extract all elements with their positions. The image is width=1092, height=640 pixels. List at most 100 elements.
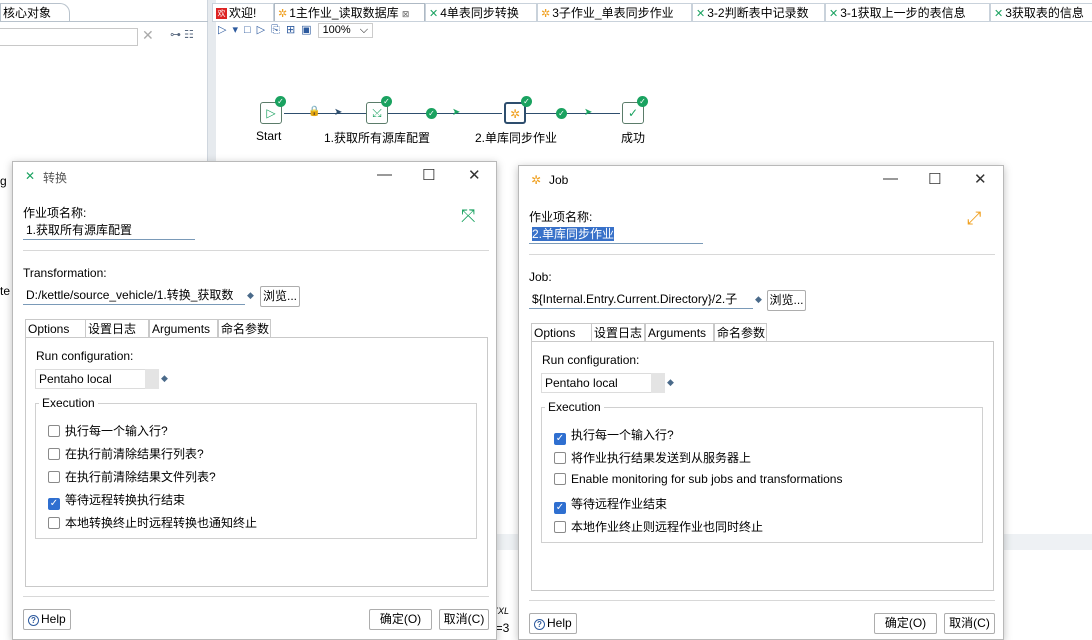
core-objects-search-input[interactable] <box>0 28 138 46</box>
cancel-button[interactable]: 取消(C) <box>944 613 995 634</box>
close-tab-icon[interactable]: ⊠ <box>402 9 410 19</box>
tab-main-job[interactable]: ✲ 1主作业_读取数据库 ⊠ <box>274 3 425 22</box>
tab-options[interactable]: Options <box>531 323 591 342</box>
tab-log-settings[interactable]: 设置日志 <box>591 323 645 342</box>
execution-label: Execution <box>39 396 98 410</box>
checkbox-stop-remote-job[interactable]: 本地作业终止则远程作业也同时终止 <box>554 518 763 535</box>
hop-arrow-icon: ➤ <box>584 107 593 118</box>
job-icon: ✲ <box>531 173 542 187</box>
checkbox-exec-each-row[interactable]: 执行每一个输入行? <box>48 422 168 439</box>
tree-toggle-icons[interactable]: ⊶ ☷ <box>170 28 194 41</box>
close-icon[interactable]: ✕ <box>468 166 481 184</box>
variable-icon: ◆ <box>667 377 674 387</box>
run-config-dropdown[interactable] <box>651 373 665 393</box>
maximize-icon[interactable]: ☐ <box>422 166 435 184</box>
help-button[interactable]: ? Help <box>23 609 71 630</box>
checkbox-send-to-slave[interactable]: 将作业执行结果发送到从服务器上 <box>554 449 751 466</box>
tab-sub-job[interactable]: ✲ 3子作业_单表同步作业 <box>537 3 692 22</box>
tab-log-settings[interactable]: 设置日志 <box>85 319 149 338</box>
checkbox-checked-icon[interactable]: ✓ <box>48 498 60 510</box>
checkbox-box[interactable] <box>48 471 60 483</box>
checkbox-box[interactable] <box>554 473 566 485</box>
tab-named-params[interactable]: 命名参数 <box>218 319 271 338</box>
replay-icon[interactable]: ⎘ <box>271 24 280 36</box>
tab-get-table-info[interactable]: ✕ 3获取表的信息 <box>990 3 1092 22</box>
browse-label: 浏览... <box>262 289 297 303</box>
tab-record-count[interactable]: ✕ 3-2判断表中记录数 <box>692 3 825 22</box>
job-path-input[interactable]: ${Internal.Entry.Current.Directory}/2.子 <box>529 290 753 309</box>
transformation-path-input[interactable]: D:/kettle/source_vehicle/1.转换_获取数 <box>23 286 245 305</box>
browse-button[interactable]: 浏览... <box>260 286 300 307</box>
success-icon: ✓ <box>627 106 639 120</box>
checkbox-checked-icon[interactable]: ✓ <box>554 502 566 514</box>
checkbox-exec-each-row[interactable]: ✓ 执行每一个输入行? <box>554 426 674 445</box>
entry-name-input[interactable]: 1.获取所有源库配置 <box>23 221 195 240</box>
hop-1-to-2[interactable] <box>388 113 502 114</box>
variable-icon: ◆ <box>755 294 762 304</box>
ok-button[interactable]: 确定(O) <box>874 613 937 634</box>
impact-icon[interactable]: ▣ <box>301 24 311 36</box>
stop-icon[interactable]: □ <box>244 24 251 36</box>
maximize-icon[interactable]: ☐ <box>928 170 941 188</box>
options-panel: Run configuration: Pentaho local ◆ Execu… <box>531 341 994 591</box>
tab-options[interactable]: Options <box>25 319 85 338</box>
tab-welcome[interactable]: 欢欢迎! <box>212 3 274 22</box>
checkbox-notify-remote-stop[interactable]: 本地转换终止时远程转换也通知终止 <box>48 514 257 531</box>
cancel-label: 取消(C) <box>443 612 485 626</box>
checkbox-box[interactable] <box>554 521 566 533</box>
checkbox-label: 在执行前清除结果行列表? <box>65 447 204 461</box>
checkbox-box[interactable] <box>554 452 566 464</box>
cancel-button[interactable]: 取消(C) <box>439 609 489 630</box>
help-icon: ? <box>534 619 545 630</box>
run-icon[interactable]: ▷ <box>218 24 226 36</box>
run-config-label: Run configuration: <box>542 353 640 367</box>
checkbox-clear-result-files[interactable]: 在执行前清除结果文件列表? <box>48 468 216 485</box>
browse-button[interactable]: 浏览... <box>767 290 806 311</box>
checkbox-checked-icon[interactable]: ✓ <box>554 433 566 445</box>
help-button[interactable]: ? Help <box>529 613 577 634</box>
tab-label: 欢迎! <box>229 6 257 20</box>
dialog-title-bar[interactable]: ✲ Job — ☐ ✕ <box>519 166 1003 194</box>
help-icon: ? <box>28 615 39 626</box>
ok-label: 确定(O) <box>379 612 422 626</box>
run-config-select[interactable]: Pentaho local <box>541 373 651 393</box>
start-icon: ▷ <box>266 106 276 120</box>
check-icon[interactable]: ⊞ <box>286 24 295 36</box>
entry-name-input[interactable]: 2.单库同步作业 <box>529 225 703 244</box>
hop-start-to-1[interactable] <box>284 113 370 114</box>
tab-named-params[interactable]: 命名参数 <box>714 323 767 342</box>
transformation-path-value: D:/kettle/source_vehicle/1.转换_获取数 <box>26 288 234 302</box>
job-node-label: 2.单库同步作业 <box>475 131 558 145</box>
options-tabs: Options 设置日志 Arguments 命名参数 <box>531 323 1001 342</box>
dialog-title: 转换 <box>43 171 68 185</box>
preview-icon[interactable]: ▷ <box>257 24 265 36</box>
checkbox-box[interactable] <box>48 517 60 529</box>
tab-arguments[interactable]: Arguments <box>149 319 218 338</box>
help-label: Help <box>547 616 572 630</box>
transformation-icon: ✕ <box>25 169 36 183</box>
checkbox-enable-monitoring[interactable]: Enable monitoring for sub jobs and trans… <box>554 472 842 486</box>
zoom-select[interactable]: 100% ⌵ <box>317 23 374 38</box>
checkbox-label: 在执行前清除结果文件列表? <box>65 470 216 484</box>
run-config-dropdown[interactable] <box>145 369 159 389</box>
checkbox-wait-remote[interactable]: ✓ 等待远程转换执行结束 <box>48 491 185 510</box>
minimize-icon[interactable]: — <box>377 166 392 183</box>
checkbox-wait-remote-job[interactable]: ✓ 等待远程作业结束 <box>554 495 667 514</box>
clear-search-icon[interactable]: ✕ <box>142 27 154 44</box>
checkbox-clear-result-rows[interactable]: 在执行前清除结果行列表? <box>48 445 204 462</box>
zoom-value: 100% <box>322 24 351 36</box>
tab-arguments[interactable]: Arguments <box>645 323 714 342</box>
minimize-icon[interactable]: — <box>883 170 898 187</box>
tab-label: 4单表同步转换 <box>440 6 519 20</box>
core-objects-tab[interactable]: 核心对象 <box>0 3 70 22</box>
dialog-title-bar[interactable]: ✕ 转换 — ☐ ✕ <box>13 162 496 190</box>
ok-button[interactable]: 确定(O) <box>369 609 432 630</box>
run-config-select[interactable]: Pentaho local <box>35 369 145 389</box>
checkbox-box[interactable] <box>48 448 60 460</box>
hop-2-to-success[interactable] <box>526 113 620 114</box>
run-dropdown-icon[interactable]: ▾ <box>232 24 238 36</box>
tab-get-table-info-prev[interactable]: ✕ 3-1获取上一步的表信息 <box>825 3 990 22</box>
checkbox-box[interactable] <box>48 425 60 437</box>
close-icon[interactable]: ✕ <box>974 170 987 188</box>
tab-single-table-transform[interactable]: ✕ 4单表同步转换 <box>425 3 537 22</box>
